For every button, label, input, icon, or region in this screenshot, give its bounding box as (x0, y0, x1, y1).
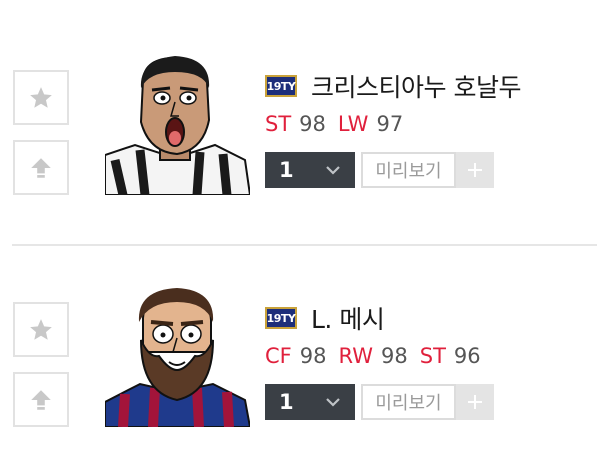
add-button[interactable] (456, 152, 494, 188)
season-badge: 19TY (265, 307, 297, 329)
player-card: 19TY L. 메시 CF 98 RW 98 ST 96 1 미리보기 (0, 272, 600, 465)
season-badge: 19TY (265, 75, 297, 97)
position-ratings: CF 98 RW 98 ST 96 (265, 340, 595, 372)
card-divider (12, 244, 597, 246)
plus-icon (468, 395, 482, 409)
level-value: 1 (279, 158, 294, 182)
add-button[interactable] (456, 384, 494, 420)
player-illustration (105, 288, 250, 427)
level-value: 1 (279, 390, 294, 414)
position-value: 98 (381, 344, 408, 368)
position-rating: ST 96 (420, 344, 481, 368)
position-value: 97 (376, 112, 404, 136)
player-name-row: 19TY 크리스티아누 호날두 (265, 68, 595, 104)
position-ratings: ST 98 LW 97 (265, 108, 595, 140)
player-actions: 1 미리보기 (265, 384, 595, 420)
player-card: 19TY 크리스티아누 호날두 ST 98 LW 97 1 미리보기 (0, 40, 600, 240)
star-icon (30, 318, 52, 340)
player-name[interactable]: L. 메시 (311, 300, 385, 336)
star-icon (30, 86, 52, 108)
player-name[interactable]: 크리스티아누 호날두 (311, 68, 521, 104)
chevron-down-icon (326, 398, 340, 407)
arrow-up-icon (31, 157, 51, 178)
upgrade-button[interactable] (13, 140, 69, 195)
preview-button[interactable]: 미리보기 (361, 152, 456, 188)
arrow-up-icon (31, 389, 51, 410)
player-illustration (105, 56, 250, 195)
player-portrait[interactable] (105, 282, 250, 427)
upgrade-button[interactable] (13, 372, 69, 427)
level-select[interactable]: 1 (265, 384, 355, 420)
preview-button[interactable]: 미리보기 (361, 384, 456, 420)
favorite-button[interactable] (13, 302, 69, 357)
position-code: CF (265, 344, 292, 368)
position-rating: RW 98 (338, 344, 407, 368)
player-name-row: 19TY L. 메시 (265, 300, 595, 336)
position-code: RW (338, 344, 373, 368)
position-code: ST (265, 112, 292, 136)
player-actions: 1 미리보기 (265, 152, 595, 188)
position-code: LW (337, 112, 369, 136)
player-info: 19TY L. 메시 CF 98 RW 98 ST 96 1 미리보기 (265, 300, 595, 420)
chevron-down-icon (326, 166, 340, 175)
plus-icon (468, 163, 482, 177)
position-value: 98 (299, 112, 326, 136)
position-code: ST (419, 344, 446, 368)
favorite-button[interactable] (13, 70, 69, 125)
position-value: 96 (453, 344, 481, 368)
position-rating: LW 97 (338, 112, 403, 136)
position-value: 98 (299, 344, 327, 368)
position-rating: ST 98 (265, 112, 326, 136)
player-portrait[interactable] (105, 50, 250, 195)
position-rating: CF 98 (265, 344, 326, 368)
level-select[interactable]: 1 (265, 152, 355, 188)
player-info: 19TY 크리스티아누 호날두 ST 98 LW 97 1 미리보기 (265, 68, 595, 188)
